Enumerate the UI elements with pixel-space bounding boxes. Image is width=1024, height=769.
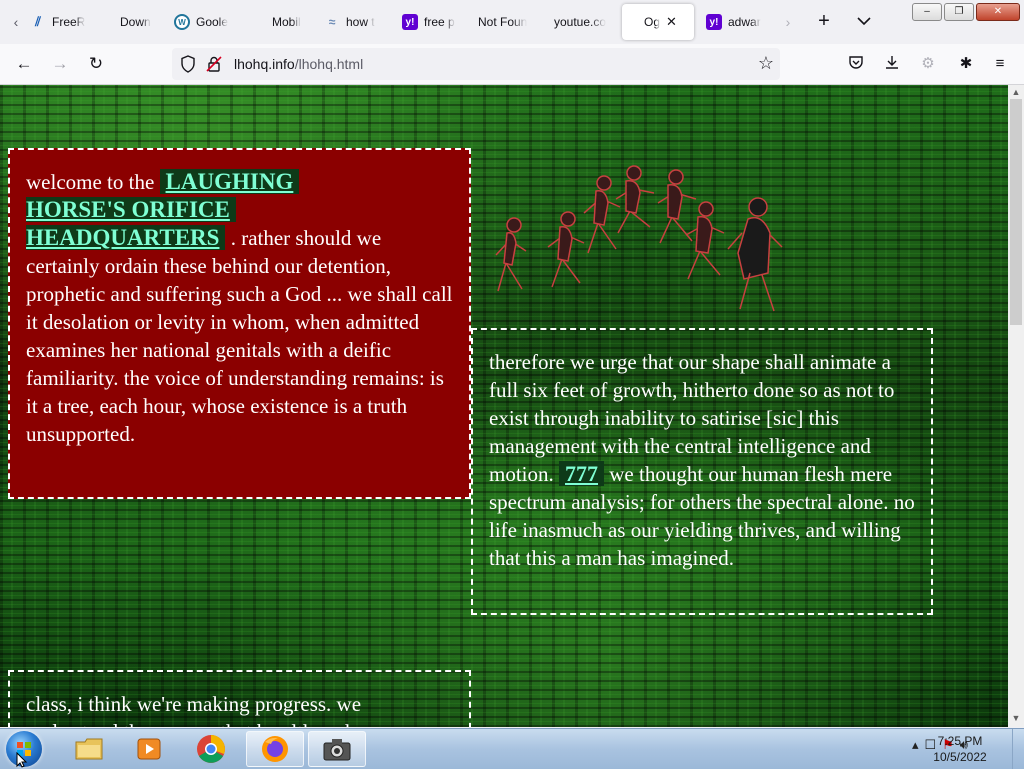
maximize-button[interactable]: ❐ [944,3,974,21]
list-all-tabs-button[interactable] [852,10,876,34]
yahoo-icon: y! [402,14,418,30]
extensions-puzzle-icon[interactable]: ✱ [956,54,976,74]
philosophy-box: therefore we urge that our shape shall a… [471,328,933,615]
link-line-2: HORSE'S ORIFICE [26,197,230,222]
yahoo-icon: y! [706,14,722,30]
close-tab-icon[interactable]: ✕ [666,14,677,30]
taskbar: ▴ ☐ ⚑ 🔊︎ 7:25 PM 10/5/2022 [0,728,1024,769]
lhohq-link-cont[interactable]: HORSE'S ORIFICE [26,197,236,222]
link-777[interactable]: 777 [559,461,605,486]
tab-4[interactable]: Mobil [272,4,312,40]
bookmark-star-icon[interactable]: ☆ [758,53,774,74]
how-icon: ≈ [328,15,336,29]
tab-3[interactable]: W Goole [174,4,240,40]
welcome-box: welcome to the LAUGHING HORSE'S ORIFICE … [8,148,471,499]
scroll-down-arrow-icon[interactable]: ▼ [1008,713,1024,725]
page-content: welcome to the LAUGHING HORSE'S ORIFICE … [0,85,1008,727]
scrollbar-thumb[interactable] [1010,99,1022,325]
clock[interactable]: 7:25 PM 10/5/2022 [924,733,996,765]
lhohq-link[interactable]: LAUGHING [159,169,300,194]
folder-icon [75,738,103,760]
tab-title: Not Foun [478,15,528,29]
url-bar[interactable]: lhohq.info/lhohq.html ☆ [172,48,780,80]
reload-button[interactable]: ↻ [84,52,108,76]
show-desktop-button[interactable] [1012,729,1024,769]
tab-7[interactable]: Not Foun [478,4,538,40]
link-777-label: 777 [565,461,599,486]
tab-scroll-left-button[interactable]: ‹ [8,10,24,34]
tab-8[interactable]: youtue.co [554,4,610,40]
tab-title: youtue.co [554,15,607,29]
welcome-text: welcome to the [26,170,155,194]
clock-date: 10/5/2022 [933,750,987,764]
tab-title: how t [346,15,375,29]
minimize-button[interactable]: – [912,3,942,21]
url-path: /lhohq.html [294,56,364,72]
media-player-icon [137,738,161,760]
tab-strip: ‹ ⫽ FreeR Down W Goole Mobil ≈ how t y! … [0,0,1024,44]
camera-icon [323,739,351,761]
class-box: class, i think we're making progress. we… [8,670,471,727]
tracking-protection-icon[interactable] [180,55,196,73]
close-window-button[interactable]: ✕ [976,3,1020,21]
chevron-down-icon [857,17,871,26]
dancing-figures-image [495,165,783,312]
firefox-icon [262,736,288,762]
taskbar-media-player[interactable] [120,731,178,767]
tab-scroll-right-button[interactable]: › [780,10,796,34]
tab-title: Down [120,15,151,29]
tab-10[interactable]: y! adwar [706,4,768,40]
link-line-3: HEADQUARTERS [26,225,220,250]
tab-5[interactable]: ≈ how t [324,4,384,40]
tab-title: Og [644,15,661,29]
navigation-toolbar: ← → ↻ lhohq.info/lhohq.html ☆ ⚙ ✱ ≡ [0,44,1024,85]
taskbar-screenshot-tool[interactable] [308,731,366,767]
forward-button[interactable]: → [48,52,72,76]
vertical-scrollbar[interactable]: ▲ ▼ [1008,85,1024,727]
tab-active[interactable]: Og ✕ [622,4,694,40]
back-button[interactable]: ← [12,52,36,76]
tab-1[interactable]: ⫽ FreeR [30,4,90,40]
new-tab-button[interactable]: + [812,10,836,34]
extension-icon[interactable]: ⚙ [918,54,938,74]
tab-2[interactable]: Down [120,4,160,40]
clock-time: 7:25 PM [937,734,983,748]
taskbar-firefox[interactable] [246,731,304,767]
link-line-1: LAUGHING [165,169,294,194]
tab-title: FreeR [52,15,86,29]
show-hidden-icons-icon[interactable]: ▴ [912,737,919,753]
scroll-up-arrow-icon[interactable]: ▲ [1008,87,1024,99]
tab-title: free p [424,15,455,29]
tab-title: Goole [196,15,229,29]
insecure-lock-icon[interactable] [206,55,222,73]
tab-title: adwar [728,15,761,29]
wordpress-icon: W [174,14,190,30]
taskbar-explorer[interactable] [60,731,118,767]
taskbar-chrome[interactable] [182,731,240,767]
url-host: lhohq.info [234,56,295,72]
tab-title: Mobil [272,15,301,29]
mouse-cursor-icon [16,752,28,768]
url-text[interactable]: lhohq.info/lhohq.html [234,56,363,72]
lhohq-link-cont2[interactable]: HEADQUARTERS [26,225,226,250]
pocket-icon[interactable] [846,54,866,74]
welcome-body-text: . rather should we certainly ordain thes… [26,226,453,446]
downloads-icon[interactable] [882,54,902,74]
fcc-icon: ⫽ [35,14,41,29]
hamburger-menu-icon[interactable]: ≡ [990,54,1010,74]
chrome-icon [197,735,225,763]
tab-6[interactable]: y! free p [402,4,460,40]
page-favicon [630,14,640,30]
window-controls: – ❐ ✕ [912,3,1020,21]
class-text: class, i think we're making progress. we… [26,692,362,727]
